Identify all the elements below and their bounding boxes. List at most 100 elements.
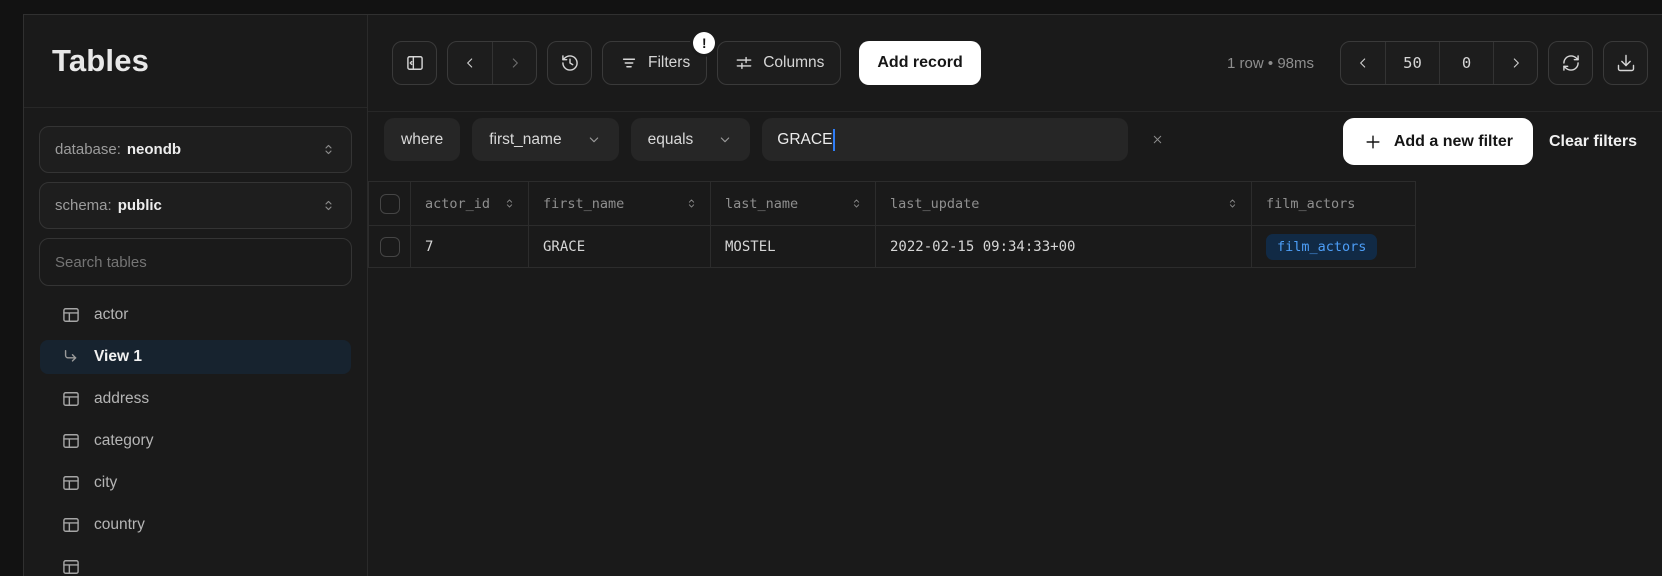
row-checkbox[interactable] <box>380 237 400 257</box>
pagination-group: 50 0 <box>1340 41 1538 85</box>
sidebar-item-label: category <box>94 432 153 450</box>
filter-column-value: first_name <box>489 131 561 149</box>
column-name: film_actors <box>1266 196 1355 212</box>
filters-button[interactable]: Filters ! <box>602 41 707 85</box>
column-header-last_name[interactable]: last_name <box>711 182 876 226</box>
column-header-actor_id[interactable]: actor_id <box>411 182 529 226</box>
add-new-filter-label: Add a new filter <box>1394 133 1513 151</box>
sidebar-item-label: View 1 <box>94 348 142 366</box>
table-cell[interactable]: MOSTEL <box>711 226 876 268</box>
main-area: Filters ! Columns Add record 1 row • 98m… <box>368 15 1662 576</box>
chevrons-up-down-icon <box>321 142 336 157</box>
toggle-sidebar-button[interactable] <box>392 41 437 85</box>
page-title: Tables <box>52 43 149 79</box>
add-new-filter-button[interactable]: Add a new filter <box>1343 118 1533 165</box>
corner-down-right-icon <box>61 347 81 367</box>
column-header-last_update[interactable]: last_update <box>876 182 1252 226</box>
sidebar-item-label: country <box>94 516 145 534</box>
columns-button[interactable]: Columns <box>717 41 841 85</box>
filters-button-label: Filters <box>648 54 690 72</box>
stage: Tables database: neondb schema: public a… <box>0 0 1662 576</box>
filter-bar: where first_name equals GRACE <box>368 112 1662 181</box>
filter-icon <box>619 53 639 73</box>
text-caret <box>833 129 835 151</box>
remove-filter-button[interactable] <box>1140 118 1174 161</box>
database-select[interactable]: database: neondb <box>39 126 352 173</box>
filters-alert-badge: ! <box>693 32 715 54</box>
column-name: first_name <box>543 196 624 212</box>
table-cell[interactable]: 7 <box>411 226 529 268</box>
chevrons-up-down-icon <box>1226 197 1239 210</box>
page-offset-field[interactable]: 0 <box>1439 42 1493 84</box>
forward-button[interactable] <box>492 42 536 84</box>
export-button[interactable] <box>1603 41 1648 85</box>
clear-filters-button[interactable]: Clear filters <box>1545 118 1641 165</box>
data-grid: actor_idfirst_namelast_namelast_updatefi… <box>368 181 1662 576</box>
select-all-checkbox[interactable] <box>380 194 400 214</box>
toolbar: Filters ! Columns Add record 1 row • 98m… <box>368 15 1662 112</box>
chevron-left-icon <box>462 55 478 71</box>
table-icon <box>61 389 81 409</box>
chevron-down-icon <box>717 132 733 148</box>
sidebar-item-view-1[interactable]: View 1 <box>40 340 351 374</box>
page-next-button[interactable] <box>1493 42 1537 84</box>
chevrons-up-down-icon <box>503 197 516 210</box>
search-tables-input[interactable] <box>55 254 336 271</box>
panel-left-icon <box>405 53 425 73</box>
plus-icon <box>1363 132 1383 152</box>
sidebar-item-table[interactable] <box>40 550 351 576</box>
filter-operator-select[interactable]: equals <box>631 118 751 161</box>
sidebar-item-city[interactable]: city <box>40 466 351 500</box>
database-select-label: database: <box>55 141 121 158</box>
history-nav-group <box>447 41 537 85</box>
table-header-row: actor_id first_name last_name last_update fi… <box>369 182 1416 226</box>
table-cell[interactable]: GRACE <box>529 226 711 268</box>
column-name: last_name <box>725 196 798 212</box>
page-size-field[interactable]: 50 <box>1385 42 1439 84</box>
sidebar-item-label: actor <box>94 306 128 324</box>
history-button[interactable] <box>547 41 592 85</box>
history-icon <box>560 53 580 73</box>
sidebar-item-address[interactable]: address <box>40 382 351 416</box>
app-window: Tables database: neondb schema: public a… <box>23 14 1662 576</box>
filter-value-input[interactable]: GRACE <box>762 118 1128 161</box>
table-icon <box>61 431 81 451</box>
row-checkbox-cell <box>369 226 411 268</box>
download-icon <box>1616 53 1636 73</box>
table-cell-relation: film_actors <box>1252 226 1416 268</box>
refresh-icon <box>1561 53 1581 73</box>
table-icon <box>61 305 81 325</box>
column-header-film_actors[interactable]: film_actors <box>1252 182 1416 226</box>
table-icon <box>61 515 81 535</box>
chevrons-up-down-icon <box>685 197 698 210</box>
filter-column-select[interactable]: first_name <box>472 118 618 161</box>
page-prev-button[interactable] <box>1341 42 1385 84</box>
filter-value-text: GRACE <box>777 131 832 149</box>
search-tables-box <box>39 238 352 286</box>
refresh-button[interactable] <box>1548 41 1593 85</box>
sidebar-item-country[interactable]: country <box>40 508 351 542</box>
chevron-right-icon <box>507 55 523 71</box>
records-table: actor_idfirst_namelast_namelast_updatefi… <box>368 181 1416 268</box>
sidebar-header: Tables <box>24 15 367 108</box>
column-name: actor_id <box>425 196 490 212</box>
column-header-first_name[interactable]: first_name <box>529 182 711 226</box>
column-name: last_update <box>890 196 979 212</box>
chevrons-up-down-icon <box>850 197 863 210</box>
film-actors-relation-link[interactable]: film_actors <box>1266 234 1377 260</box>
table-icon <box>61 557 81 576</box>
sliders-icon <box>734 53 754 73</box>
header-checkbox-cell <box>369 182 411 226</box>
sidebar-item-label: city <box>94 474 117 492</box>
add-record-button[interactable]: Add record <box>859 41 980 85</box>
sidebar-item-actor[interactable]: actor <box>40 298 351 332</box>
schema-select[interactable]: schema: public <box>39 182 352 229</box>
sidebar-item-label: address <box>94 390 149 408</box>
chevron-left-icon <box>1355 55 1371 71</box>
query-status-text: 1 row • 98ms <box>1227 55 1314 72</box>
table-cell[interactable]: 2022-02-15 09:34:33+00 <box>876 226 1252 268</box>
back-button[interactable] <box>448 42 492 84</box>
close-icon <box>1151 133 1164 146</box>
sidebar-item-category[interactable]: category <box>40 424 351 458</box>
chevron-down-icon <box>586 132 602 148</box>
